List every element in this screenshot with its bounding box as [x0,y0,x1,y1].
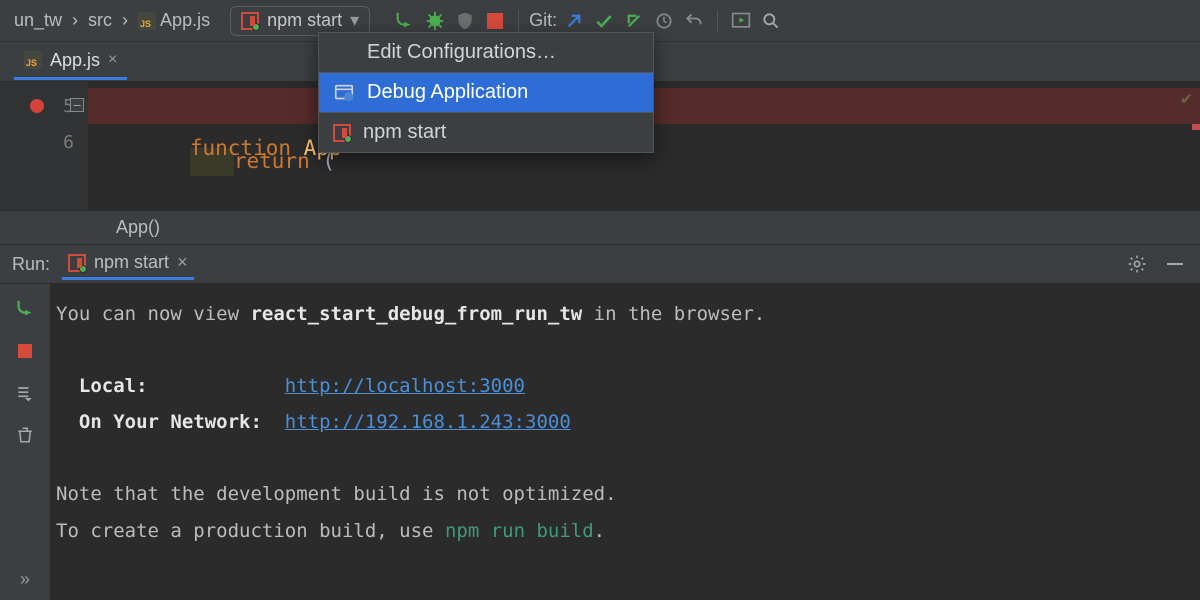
gutter-line[interactable]: 6 [0,124,88,160]
console-link-local[interactable]: http://localhost:3000 [285,375,525,397]
chevron-right-icon: › [122,10,128,31]
console-text: . [594,520,605,542]
breadcrumb-file-label: App.js [160,10,210,31]
run-tab-label: npm start [94,252,169,273]
stop-icon[interactable] [12,338,38,364]
breakpoint-marker-stripe [1192,124,1200,130]
console-text: Note that the development build is not o… [56,476,1194,512]
git-commit-icon[interactable] [591,8,617,34]
run-toolwindow-header: Run: npm start × [0,244,1200,284]
menu-item-edit-configurations[interactable]: Edit Configurations… [319,33,653,72]
editor-tab-app-js[interactable]: JS App.js × [14,44,127,80]
run-tab-npm-start[interactable]: npm start × [62,248,194,280]
js-file-icon: JS [138,12,156,30]
run-config-dropdown: Edit Configurations… Debug Application n… [318,32,654,153]
menu-item-label: npm start [363,121,446,144]
breadcrumb-file[interactable]: JS App.js [132,10,216,31]
run-config-selector[interactable]: npm start ▾ [230,6,370,36]
run-toolwindow-body: » You can now view react_start_debug_fro… [0,284,1200,600]
stop-icon[interactable] [482,8,508,34]
git-push-icon[interactable] [621,8,647,34]
git-history-icon[interactable] [651,8,677,34]
function-breadcrumb[interactable]: App() [116,217,160,238]
npm-icon [68,254,86,272]
coverage-icon[interactable] [452,8,478,34]
menu-item-debug-application[interactable]: Debug Application [319,73,653,112]
breadcrumb-root-label: un_tw [14,10,62,31]
console-text: You can now view [56,303,250,325]
tab-label: App.js [50,50,100,71]
menu-item-label: Edit Configurations… [367,41,556,64]
editor-breadcrumb-bar[interactable]: App() [0,210,1200,244]
console-label-network: On Your Network: [56,411,285,433]
breadcrumb-folder[interactable]: src [82,10,118,31]
line-number: 6 [63,132,74,153]
breadcrumb-folder-label: src [88,10,112,31]
close-icon[interactable]: × [177,252,188,273]
close-icon[interactable]: × [108,51,117,69]
browser-debug-icon [333,82,355,104]
gear-icon[interactable] [1124,251,1150,277]
run-icon[interactable] [392,8,418,34]
js-file-icon: JS [24,51,42,69]
run-toolwindow-title: Run: [12,254,50,275]
chevron-right-icon: › [72,10,78,31]
git-label: Git: [529,10,557,31]
expand-icon[interactable]: » [12,566,38,592]
menu-item-npm-start[interactable]: npm start [319,113,653,152]
console-link-network[interactable]: http://192.168.1.243:3000 [285,411,571,433]
console-output[interactable]: You can now view react_start_debug_from_… [50,284,1200,600]
code-keyword: function [190,136,291,160]
run-config-label: npm start [267,10,342,31]
scroll-to-end-icon[interactable] [12,380,38,406]
npm-icon [241,12,259,30]
breadcrumb-root[interactable]: un_tw [8,10,68,31]
search-icon[interactable] [758,8,784,34]
fold-handle-icon[interactable]: – [70,98,84,112]
git-update-icon[interactable] [561,8,587,34]
console-app-name: react_start_debug_from_run_tw [250,303,582,325]
toolbar-separator [717,10,718,32]
minimize-icon[interactable] [1162,251,1188,277]
run-selected-icon[interactable] [728,8,754,34]
rerun-icon[interactable] [12,296,38,322]
console-npm-cmd: npm run build [445,520,594,542]
npm-icon [333,124,351,142]
run-side-toolbar: » [0,284,50,600]
menu-item-label: Debug Application [367,81,528,104]
breakpoint-icon[interactable] [30,99,44,113]
console-label-local: Local: [56,375,285,397]
console-text: in the browser. [582,303,765,325]
console-text: To create a production build, use [56,520,445,542]
debug-icon[interactable] [422,8,448,34]
undo-icon[interactable] [681,8,707,34]
trash-icon[interactable] [12,422,38,448]
toolbar-separator [518,10,519,32]
chevron-down-icon: ▾ [350,10,359,31]
